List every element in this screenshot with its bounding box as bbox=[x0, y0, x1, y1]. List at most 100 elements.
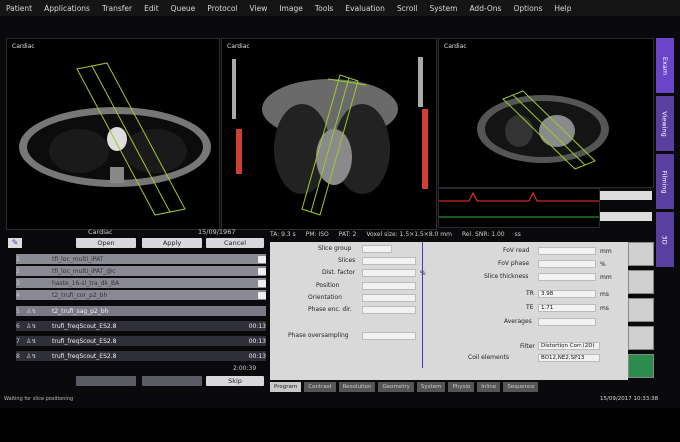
queue-row[interactable]: 5 ♙↯ t2_trufi_sag_p2_bh bbox=[16, 306, 266, 316]
cancel-button[interactable]: Cancel bbox=[206, 238, 264, 248]
queue-row[interactable]: 2 tfi_loc_multi_iPAT_@c bbox=[16, 266, 266, 276]
menu-image[interactable]: Image bbox=[273, 4, 309, 13]
menu-transfer[interactable]: Transfer bbox=[96, 4, 138, 13]
position-label: Position bbox=[316, 282, 340, 289]
tab-viewing[interactable]: Viewing bbox=[656, 96, 674, 151]
menu-add-ons[interactable]: Add-Ons bbox=[463, 4, 507, 13]
phase-enc-label: Phase enc. dir. bbox=[308, 306, 352, 313]
slices-label: Slices bbox=[338, 257, 356, 264]
tab-system[interactable]: System bbox=[416, 382, 446, 392]
person-icon: ♙↯ bbox=[26, 322, 37, 330]
queue-row[interactable]: 3 haste_16-sl_tra_dk_BA bbox=[16, 278, 266, 288]
sagittal-image bbox=[477, 90, 609, 170]
thumbnail[interactable] bbox=[628, 326, 654, 350]
tab-physio[interactable]: Physio bbox=[448, 382, 475, 392]
queue-row[interactable]: 8 ♙↯ trufi_freqScout_ES2.8 00:13 bbox=[16, 351, 266, 361]
tab-resolution[interactable]: Resolution bbox=[338, 382, 376, 392]
filter-field[interactable]: Distortion Corr.(2D) bbox=[538, 342, 600, 350]
mode-value: ss bbox=[514, 230, 521, 238]
tab-contrast[interactable]: Contrast bbox=[304, 382, 336, 392]
tab-geometry[interactable]: Geometry bbox=[378, 382, 414, 392]
ecg-dropdown-1[interactable] bbox=[600, 191, 652, 200]
pat-value: PAT: 2 bbox=[338, 230, 357, 238]
averages-label: Averages bbox=[504, 318, 532, 325]
menu-applications[interactable]: Applications bbox=[38, 4, 96, 13]
menu-system[interactable]: System bbox=[423, 4, 463, 13]
tab-sequence[interactable]: Sequence bbox=[503, 382, 539, 392]
thumbnail[interactable] bbox=[628, 242, 654, 266]
slice-thickness-field[interactable] bbox=[538, 273, 596, 281]
checkbox-icon[interactable] bbox=[258, 291, 266, 299]
slice-thickness-label: Slice thickness bbox=[484, 273, 529, 280]
tr-unit: ms bbox=[600, 291, 609, 298]
menu-view[interactable]: View bbox=[244, 4, 274, 13]
column-divider bbox=[422, 242, 423, 368]
menu-options[interactable]: Options bbox=[507, 4, 548, 13]
viewport-sagittal[interactable]: Cardiac bbox=[438, 38, 654, 188]
fov-read-field[interactable] bbox=[538, 247, 596, 255]
slice-group-field[interactable] bbox=[362, 245, 392, 253]
menu-tools[interactable]: Tools bbox=[309, 4, 339, 13]
apply-button[interactable]: Apply bbox=[142, 238, 202, 248]
slices-field[interactable] bbox=[362, 257, 416, 265]
menu-scroll[interactable]: Scroll bbox=[391, 4, 424, 13]
menu-edit[interactable]: Edit bbox=[138, 4, 165, 13]
side-tab-strip: Exam Viewing Filming 3D bbox=[656, 38, 674, 383]
tab-program[interactable]: Program bbox=[270, 382, 302, 392]
menu-evaluation[interactable]: Evaluation bbox=[339, 4, 391, 13]
queue-row[interactable]: 1 tfi_loc_multi_iPAT bbox=[16, 254, 266, 264]
viewport-label: Cardiac bbox=[227, 43, 250, 50]
snr-value: Rel. SNR: 1.00 bbox=[461, 230, 505, 238]
dist-factor-field[interactable] bbox=[362, 269, 416, 277]
viewport-label: Cardiac bbox=[12, 43, 35, 50]
skip-button[interactable]: Skip bbox=[206, 376, 264, 386]
ecg-trace bbox=[439, 191, 599, 218]
open-button[interactable]: Open bbox=[76, 238, 136, 248]
orientation-field[interactable] bbox=[362, 294, 416, 302]
thumbnail[interactable] bbox=[628, 270, 654, 294]
te-unit: ms bbox=[600, 305, 609, 312]
ta-value: TA: 9.3 s bbox=[270, 230, 296, 238]
menu-protocol[interactable]: Protocol bbox=[201, 4, 243, 13]
slice-thickness-unit: mm bbox=[600, 274, 612, 281]
coronal-image bbox=[232, 57, 428, 216]
info-bar: TA: 9.3 s PM: ISO PAT: 2 Voxel size: 1.5… bbox=[270, 228, 655, 240]
ecg-panel bbox=[438, 188, 600, 228]
tab-exam[interactable]: Exam bbox=[656, 38, 674, 93]
position-field[interactable] bbox=[362, 282, 416, 290]
fov-read-unit: mm bbox=[600, 248, 612, 255]
tab-filming[interactable]: Filming bbox=[656, 154, 674, 209]
checkbox-icon[interactable] bbox=[258, 279, 266, 287]
phase-oversampling-field[interactable] bbox=[362, 332, 416, 340]
checkbox-icon[interactable] bbox=[258, 267, 266, 275]
fov-phase-field[interactable] bbox=[538, 260, 596, 268]
averages-field[interactable] bbox=[538, 318, 596, 326]
menu-queue[interactable]: Queue bbox=[165, 4, 202, 13]
queue-row[interactable]: 7 ♙↯ trufi_freqScout_ES2.8 00:13 bbox=[16, 336, 266, 346]
tab-3d[interactable]: 3D bbox=[656, 212, 674, 267]
queue-row[interactable]: 4 t2_trufi_cor_p2_bh bbox=[16, 290, 266, 300]
checkbox-icon[interactable] bbox=[258, 255, 266, 263]
coil-elements-field[interactable]: BO12,NE2,SP13 bbox=[538, 354, 600, 362]
slice-group-label: Slice group bbox=[318, 245, 352, 252]
thumbnail[interactable] bbox=[628, 298, 654, 322]
thumbnail[interactable] bbox=[628, 354, 654, 378]
filter-label: Filter bbox=[520, 343, 535, 350]
viewport-axial[interactable]: Cardiac bbox=[6, 38, 220, 230]
viewport-coronal[interactable]: Cardiac bbox=[221, 38, 437, 230]
ecg-dropdown-2[interactable] bbox=[600, 212, 652, 221]
te-field[interactable]: 1.71 bbox=[538, 304, 596, 312]
menu-help[interactable]: Help bbox=[548, 4, 577, 13]
queue-panel: Cardiac 15/09/1967 ✎ Open Apply Cancel 1… bbox=[8, 228, 266, 388]
phase-enc-field[interactable] bbox=[362, 306, 416, 314]
queue-row[interactable]: 6 ♙↯ trufi_freqScout_ES2.8 00:13 bbox=[16, 321, 266, 331]
thumbnail-strip bbox=[628, 242, 654, 382]
queue-title: Cardiac bbox=[88, 228, 113, 236]
tab-inline[interactable]: Inline bbox=[477, 382, 501, 392]
tr-field[interactable]: 3.98 bbox=[538, 290, 596, 298]
queue-button-2[interactable] bbox=[142, 376, 202, 386]
menu-patient[interactable]: Patient bbox=[0, 4, 38, 13]
pencil-icon[interactable]: ✎ bbox=[8, 238, 22, 248]
person-icon: ♙↯ bbox=[26, 307, 37, 315]
queue-button-1[interactable] bbox=[76, 376, 136, 386]
